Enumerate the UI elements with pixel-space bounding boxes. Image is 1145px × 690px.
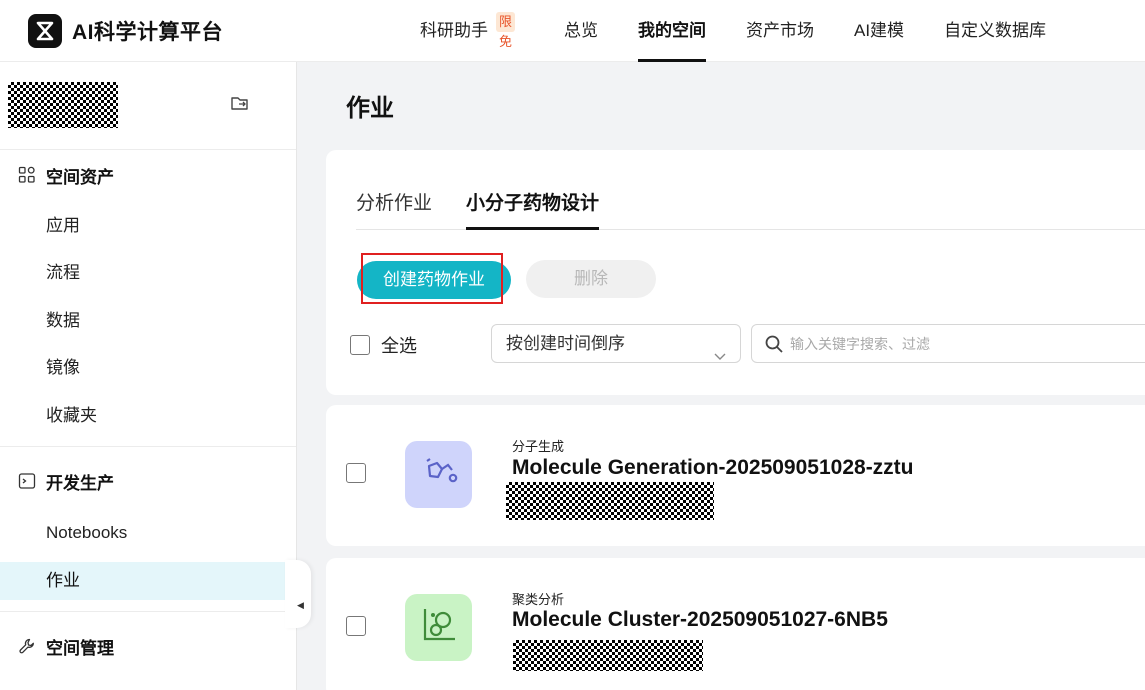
molecule-generation-icon bbox=[417, 452, 461, 497]
sidebar-divider bbox=[0, 611, 296, 612]
job-name[interactable]: Molecule Cluster-202509051027-6NB5 bbox=[512, 608, 888, 632]
nav-research-assistant[interactable]: 科研助手 限免 bbox=[420, 0, 516, 62]
caret-left-icon: ◀ bbox=[297, 600, 304, 610]
search-input[interactable] bbox=[790, 330, 1145, 358]
sidebar-item-images[interactable]: 镜像 bbox=[0, 349, 296, 387]
top-nav: 科研助手 限免 总览 我的空间 资产市场 AI建模 自定义数据库 bbox=[420, 0, 1086, 62]
nav-asset-market[interactable]: 资产市场 bbox=[746, 0, 814, 62]
top-header: AI科学计算平台 科研助手 限免 总览 我的空间 资产市场 AI建模 自定义数据… bbox=[0, 0, 1145, 62]
section-title: 空间资产 bbox=[46, 167, 114, 187]
job-icon-tile bbox=[405, 594, 472, 661]
create-drug-job-button[interactable]: 创建药物作业 bbox=[357, 261, 511, 299]
space-name-masked[interactable] bbox=[8, 82, 118, 128]
nav-overview[interactable]: 总览 bbox=[564, 0, 598, 62]
job-checkbox[interactable] bbox=[346, 463, 366, 483]
wrench-icon bbox=[18, 637, 36, 655]
sidebar-divider bbox=[0, 446, 296, 447]
sidebar-item-notebooks[interactable]: Notebooks bbox=[0, 514, 296, 552]
section-title: 空间管理 bbox=[46, 638, 114, 658]
space-selector bbox=[0, 62, 296, 150]
job-card[interactable]: 聚类分析 Molecule Cluster-202509051027-6NB5 bbox=[326, 558, 1145, 690]
page-title: 作业 bbox=[346, 95, 394, 122]
select-all-label: 全选 bbox=[381, 336, 417, 356]
hourglass-logo-icon bbox=[28, 14, 62, 48]
nav-custom-database[interactable]: 自定义数据库 bbox=[944, 0, 1046, 62]
job-icon-tile bbox=[405, 441, 472, 508]
section-space-assets[interactable]: 空间资产 bbox=[0, 150, 296, 200]
brand-name: AI科学计算平台 bbox=[72, 21, 223, 44]
job-details-masked bbox=[513, 640, 703, 671]
nav-label: 我的空间 bbox=[638, 21, 706, 40]
delete-button[interactable]: 删除 bbox=[526, 260, 656, 298]
switch-folder-icon[interactable] bbox=[230, 95, 252, 117]
free-badge: 限免 bbox=[496, 12, 516, 49]
job-name[interactable]: Molecule Generation-202509051028-zztu bbox=[512, 456, 914, 480]
nav-label: 自定义数据库 bbox=[944, 21, 1047, 40]
cluster-chart-icon bbox=[417, 603, 461, 652]
section-development[interactable]: 开发生产 bbox=[0, 456, 296, 506]
sort-value: 按创建时间倒序 bbox=[506, 334, 625, 353]
sidebar-item-jobs[interactable]: 作业 bbox=[0, 562, 296, 600]
grid-icon bbox=[18, 166, 36, 184]
section-space-management[interactable]: 空间管理 bbox=[0, 621, 296, 671]
nav-label: 总览 bbox=[564, 21, 598, 40]
brand-logo[interactable]: AI科学计算平台 bbox=[28, 14, 223, 48]
tab-small-molecule-design[interactable]: 小分子药物设计 bbox=[466, 188, 600, 230]
search-icon bbox=[764, 334, 784, 354]
select-all-checkbox[interactable] bbox=[350, 335, 370, 355]
sidebar-item-favorites[interactable]: 收藏夹 bbox=[0, 397, 296, 435]
job-checkbox[interactable] bbox=[346, 616, 366, 636]
jobs-toolbar-panel: 分析作业 小分子药物设计 创建药物作业 删除 全选 按创建时间倒序 bbox=[326, 150, 1145, 395]
sidebar-item-workflows[interactable]: 流程 bbox=[0, 254, 296, 292]
nav-label: AI建模 bbox=[854, 21, 905, 40]
job-tabs: 分析作业 小分子药物设计 bbox=[356, 188, 1145, 230]
sidebar-item-apps[interactable]: 应用 bbox=[0, 207, 296, 245]
tab-analysis-jobs[interactable]: 分析作业 bbox=[356, 188, 432, 230]
sort-dropdown[interactable]: 按创建时间倒序 bbox=[491, 324, 741, 363]
job-type: 聚类分析 bbox=[512, 592, 565, 607]
job-type: 分子生成 bbox=[512, 439, 565, 454]
job-details-masked bbox=[506, 482, 714, 520]
section-title: 开发生产 bbox=[46, 473, 114, 493]
nav-label: 资产市场 bbox=[746, 21, 814, 40]
nav-my-space[interactable]: 我的空间 bbox=[638, 0, 706, 62]
nav-ai-modeling[interactable]: AI建模 bbox=[854, 0, 904, 62]
sidebar-item-data[interactable]: 数据 bbox=[0, 302, 296, 340]
sidebar-collapse-toggle[interactable]: ◀ bbox=[285, 560, 311, 628]
select-all[interactable]: 全选 bbox=[350, 332, 417, 358]
search-box bbox=[751, 324, 1145, 363]
nav-label: 科研助手 bbox=[420, 21, 488, 40]
code-icon bbox=[18, 472, 36, 490]
job-card[interactable]: 分子生成 Molecule Generation-202509051028-zz… bbox=[326, 405, 1145, 546]
chevron-down-icon bbox=[714, 338, 726, 360]
sidebar: 空间资产 应用 流程 数据 镜像 收藏夹 开发生产 Notebooks 作业 空… bbox=[0, 62, 297, 690]
